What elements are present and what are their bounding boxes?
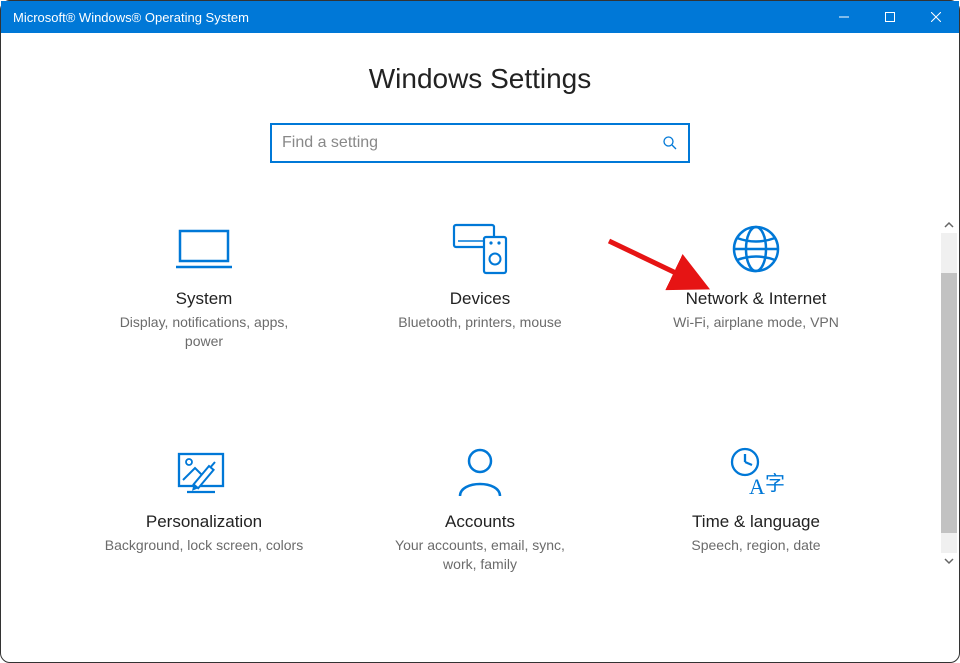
settings-grid: System Display, notifications, apps, pow… bbox=[1, 223, 959, 574]
page-title: Windows Settings bbox=[1, 63, 959, 95]
devices-icon bbox=[450, 223, 510, 275]
scroll-down-button[interactable] bbox=[941, 553, 957, 569]
tile-title: Accounts bbox=[445, 512, 515, 532]
svg-text:A: A bbox=[749, 474, 765, 498]
tile-system[interactable]: System Display, notifications, apps, pow… bbox=[71, 223, 337, 351]
search-container bbox=[1, 123, 959, 163]
tile-accounts[interactable]: Accounts Your accounts, email, sync, wor… bbox=[347, 446, 613, 574]
chevron-down-icon bbox=[944, 556, 954, 566]
time-language-icon: A 字 bbox=[727, 446, 785, 498]
maximize-icon bbox=[885, 12, 895, 22]
tile-time-language[interactable]: A 字 Time & language Speech, region, date bbox=[623, 446, 889, 574]
close-button[interactable] bbox=[913, 1, 959, 33]
tile-desc: Wi-Fi, airplane mode, VPN bbox=[673, 313, 839, 332]
window-controls bbox=[821, 1, 959, 33]
window-title: Microsoft® Windows® Operating System bbox=[1, 10, 821, 25]
globe-icon bbox=[730, 223, 782, 275]
tile-title: Devices bbox=[450, 289, 510, 309]
tile-network[interactable]: Network & Internet Wi-Fi, airplane mode,… bbox=[623, 223, 889, 351]
tile-devices[interactable]: Devices Bluetooth, printers, mouse bbox=[347, 223, 613, 351]
minimize-button[interactable] bbox=[821, 1, 867, 33]
svg-text:字: 字 bbox=[765, 472, 785, 495]
scrollbar-thumb[interactable] bbox=[941, 273, 957, 533]
tile-desc: Display, notifications, apps, power bbox=[104, 313, 304, 351]
tile-desc: Bluetooth, printers, mouse bbox=[398, 313, 561, 332]
search-icon bbox=[662, 135, 678, 151]
content-pane: Windows Settings System Display, notific… bbox=[1, 33, 959, 662]
titlebar: Microsoft® Windows® Operating System bbox=[1, 1, 959, 33]
tile-desc: Background, lock screen, colors bbox=[105, 536, 303, 555]
search-box[interactable] bbox=[270, 123, 690, 163]
tile-title: Time & language bbox=[692, 512, 820, 532]
close-icon bbox=[931, 12, 941, 22]
tile-title: Network & Internet bbox=[686, 289, 827, 309]
tile-personalization[interactable]: Personalization Background, lock screen,… bbox=[71, 446, 337, 574]
tile-title: Personalization bbox=[146, 512, 262, 532]
chevron-up-icon bbox=[944, 220, 954, 230]
person-icon bbox=[456, 446, 504, 498]
tile-desc: Speech, region, date bbox=[691, 536, 820, 555]
scroll-up-button[interactable] bbox=[941, 217, 957, 233]
personalization-icon bbox=[175, 446, 233, 498]
tile-title: System bbox=[176, 289, 233, 309]
search-input[interactable] bbox=[282, 134, 662, 152]
maximize-button[interactable] bbox=[867, 1, 913, 33]
display-icon bbox=[174, 223, 234, 275]
tile-desc: Your accounts, email, sync, work, family bbox=[380, 536, 580, 574]
minimize-icon bbox=[839, 12, 849, 22]
